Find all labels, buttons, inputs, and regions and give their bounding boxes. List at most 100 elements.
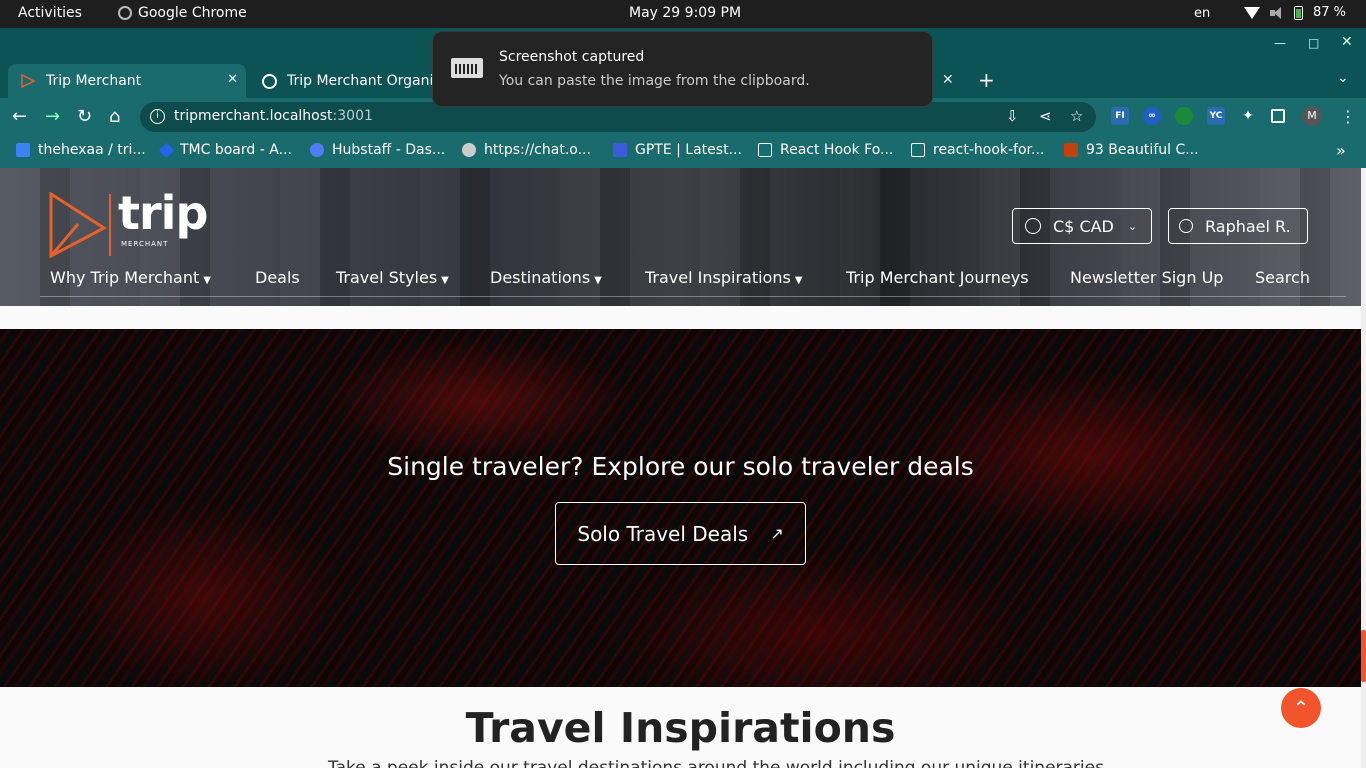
- maximize-icon[interactable]: □: [1308, 36, 1319, 50]
- trip-merchant-favicon-icon: [21, 73, 36, 89]
- extension-yc-icon[interactable]: YC: [1207, 107, 1225, 125]
- system-top-bar: Activities Google Chrome May 29 9:09 PM …: [0, 0, 1366, 28]
- jira-icon: [158, 142, 175, 158]
- extension-infinity-icon[interactable]: ∞: [1143, 107, 1161, 125]
- nav-travel-styles[interactable]: Travel Styles ▼: [336, 268, 449, 287]
- chrome-icon: [118, 6, 132, 20]
- nav-search[interactable]: Search: [1255, 268, 1310, 287]
- url-text[interactable]: tripmerchant.localhost:3001: [174, 108, 373, 124]
- bookmark-item[interactable]: TMC board - A...: [158, 142, 292, 158]
- activities-button[interactable]: Activities: [18, 5, 82, 21]
- notification-body: You can paste the image from the clipboa…: [499, 73, 810, 89]
- bookmark-item[interactable]: https://chat.o...: [462, 142, 591, 158]
- tab-close-icon[interactable]: ✕: [227, 72, 238, 87]
- chevron-down-icon: ⌄: [1127, 219, 1138, 233]
- scrollbar-thumb[interactable]: [1361, 630, 1366, 682]
- arrow-up-right-icon: ↗: [770, 524, 784, 543]
- tab-trip-merchant[interactable]: Trip Merchant ✕: [8, 64, 246, 98]
- chatgpt-icon: [462, 143, 476, 157]
- site-logo[interactable]: trip MERCHANT: [48, 186, 208, 259]
- screenshot-notification[interactable]: Screenshot captured You can paste the im…: [432, 31, 933, 107]
- home-icon[interactable]: ⌂: [109, 106, 120, 127]
- caret-down-icon: ▼: [441, 275, 449, 286]
- battery-percent: 87 %: [1313, 5, 1347, 20]
- app-menu[interactable]: Google Chrome: [118, 5, 247, 21]
- volume-muted-icon: [1270, 6, 1284, 19]
- bookmarks-bar: thehexaa / tri... TMC board - A... Hubst…: [0, 136, 1366, 168]
- tab-search-chevron-icon[interactable]: ⌄: [1337, 70, 1349, 86]
- nav-deals[interactable]: Deals: [255, 268, 300, 287]
- hubstaff-icon: [310, 143, 324, 157]
- more-bookmarks-icon[interactable]: »: [1336, 141, 1346, 160]
- wifi-icon: [1244, 6, 1260, 19]
- caret-down-icon: ▼: [794, 275, 803, 286]
- nav-trip-merchant-journeys[interactable]: Trip Merchant Journeys: [846, 268, 1029, 287]
- close-window-icon[interactable]: ✕: [1341, 34, 1353, 50]
- travel-inspirations-subtitle: Take a peek inside our travel destinatio…: [328, 758, 1104, 768]
- chevron-up-icon: ⌃: [1292, 696, 1310, 720]
- nav-why-trip-merchant[interactable]: Why Trip Merchant ▼: [50, 268, 211, 287]
- nav-divider: [40, 296, 1346, 297]
- solo-travel-deals-button[interactable]: Solo Travel Deals ↗: [555, 502, 806, 565]
- profile-avatar[interactable]: M: [1302, 106, 1322, 126]
- page-icon: [911, 143, 925, 157]
- travel-inspirations-heading: Travel Inspirations: [465, 704, 896, 752]
- bookmark-star-icon[interactable]: ☆: [1070, 107, 1083, 125]
- globe-icon: [1025, 218, 1041, 234]
- forward-icon[interactable]: →: [45, 106, 60, 127]
- screenshot-icon: [451, 58, 483, 78]
- nav-travel-inspirations[interactable]: Travel Inspirations ▼: [645, 268, 803, 287]
- user-account-button[interactable]: Raphael R.: [1168, 208, 1308, 244]
- extension-shield-icon[interactable]: [1175, 107, 1193, 125]
- logo-arrow-icon: [49, 191, 111, 259]
- site-header: trip MERCHANT C$ CAD ⌄ Raphael R. Why Tr…: [0, 168, 1361, 306]
- bookmark-item[interactable]: React Hook Fo...: [758, 142, 893, 158]
- nav-destinations[interactable]: Destinations ▼: [490, 268, 602, 287]
- app-name: Google Chrome: [138, 5, 247, 21]
- currency-label: C$ CAD: [1053, 216, 1114, 236]
- page-icon: [758, 143, 772, 157]
- side-panel-icon[interactable]: [1271, 109, 1285, 123]
- bookmark-item[interactable]: GPTE | Latest...: [613, 142, 742, 158]
- share-icon[interactable]: ⋖: [1039, 107, 1052, 125]
- extension-fi-icon[interactable]: FI: [1111, 107, 1129, 125]
- tab-close-icon[interactable]: ✕: [942, 72, 954, 88]
- bookmark-favicon-icon: [1064, 143, 1078, 157]
- tab-title: Trip Merchant: [46, 73, 142, 89]
- battery-icon: [1294, 5, 1303, 20]
- globe-icon: [262, 73, 277, 89]
- button-label: Solo Travel Deals: [577, 521, 749, 546]
- new-tab-icon[interactable]: +: [978, 68, 995, 92]
- nav-newsletter-sign-up[interactable]: Newsletter Sign Up: [1070, 268, 1223, 287]
- web-page: trip MERCHANT C$ CAD ⌄ Raphael R. Why Tr…: [0, 168, 1366, 768]
- solo-banner-title: Single traveler? Explore our solo travel…: [387, 452, 974, 481]
- reload-icon[interactable]: ↻: [77, 106, 92, 127]
- site-info-icon[interactable]: i: [150, 109, 165, 124]
- back-icon[interactable]: ←: [12, 106, 27, 127]
- gitlab-icon: [16, 143, 30, 157]
- logo-sub: MERCHANT: [121, 240, 169, 248]
- user-name: Raphael R.: [1205, 216, 1291, 236]
- solo-traveler-banner: Single traveler? Explore our solo travel…: [0, 329, 1361, 687]
- clock[interactable]: May 29 9:09 PM: [629, 5, 741, 21]
- caret-down-icon: ▼: [594, 275, 602, 286]
- notification-title: Screenshot captured: [499, 49, 645, 65]
- currency-selector[interactable]: C$ CAD ⌄: [1012, 208, 1152, 244]
- bookmark-item[interactable]: react-hook-for...: [911, 142, 1044, 158]
- tab-title: Trip Merchant Organiz: [287, 73, 441, 89]
- extensions-puzzle-icon[interactable]: ✦: [1239, 107, 1257, 125]
- bookmark-item[interactable]: thehexaa / tri...: [16, 142, 146, 158]
- tab-trip-merchant-organiz[interactable]: Trip Merchant Organiz: [256, 64, 456, 98]
- input-language[interactable]: en: [1194, 6, 1210, 21]
- main-navigation: Why Trip Merchant ▼ Deals Travel Styles ▼ …: [50, 268, 1330, 290]
- minimize-icon[interactable]: —: [1274, 36, 1286, 50]
- scroll-to-top-button[interactable]: ⌃: [1281, 688, 1321, 728]
- logo-word: trip: [118, 186, 208, 240]
- install-icon[interactable]: ⇩: [1006, 107, 1019, 125]
- gpte-icon: [613, 143, 627, 157]
- caret-down-icon: ▼: [203, 275, 211, 286]
- bookmark-item[interactable]: 93 Beautiful C...: [1064, 142, 1199, 158]
- system-tray[interactable]: 87 %: [1244, 5, 1346, 20]
- bookmark-item[interactable]: Hubstaff - Das...: [310, 142, 445, 158]
- chrome-menu-icon[interactable]: ⋮: [1340, 107, 1356, 126]
